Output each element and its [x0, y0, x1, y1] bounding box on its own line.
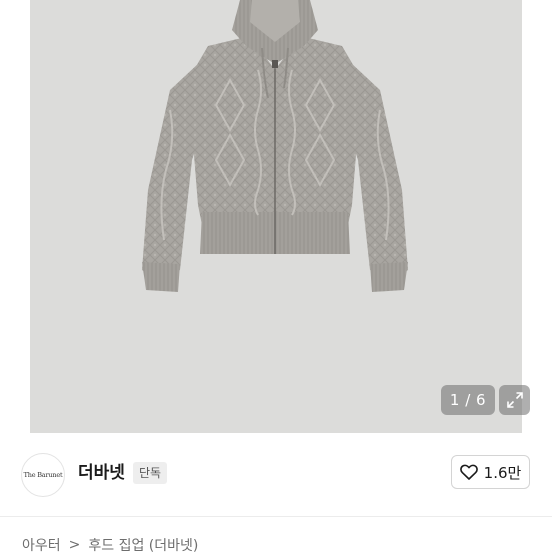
product-page: 1 / 6 The Barunet 더바넷 단독 1.6만 아우터 > 후드 집…	[0, 0, 552, 552]
heart-icon	[459, 464, 478, 480]
breadcrumb-item-outer[interactable]: 아우터	[22, 535, 61, 552]
product-gallery[interactable]: 1 / 6	[0, 0, 552, 433]
avatar-logo-text: The Barunet	[23, 471, 63, 479]
like-button[interactable]: 1.6만	[451, 455, 530, 489]
seller-avatar[interactable]: The Barunet	[21, 453, 65, 497]
divider	[0, 516, 552, 517]
seller-name[interactable]: 더바넷	[78, 461, 125, 485]
chevron-right-icon: >	[68, 537, 81, 552]
like-count: 1.6만	[483, 463, 522, 482]
hoodie-image	[142, 0, 408, 292]
fullscreen-button[interactable]	[499, 385, 530, 415]
image-counter: 1 / 6	[441, 385, 495, 415]
product-photo[interactable]	[30, 0, 522, 433]
breadcrumb-item-hood-zipup[interactable]: 후드 집업 (더바넷)	[88, 535, 198, 552]
breadcrumb: 아우터 > 후드 집업 (더바넷)	[22, 534, 198, 552]
exclusive-badge: 단독	[133, 462, 168, 484]
expand-icon	[506, 392, 523, 408]
